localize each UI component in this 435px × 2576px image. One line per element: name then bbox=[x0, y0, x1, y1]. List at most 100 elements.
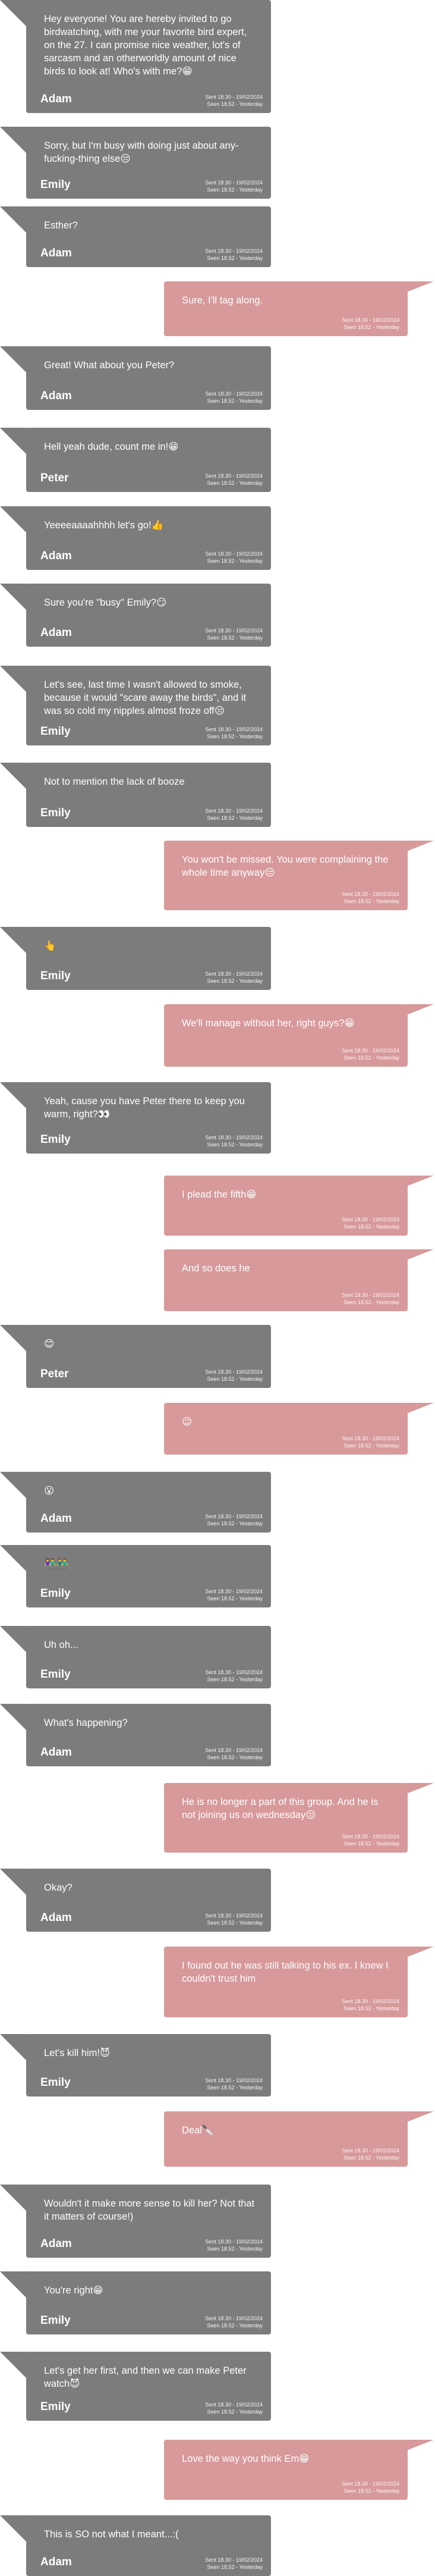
bubble-tail bbox=[0, 1082, 27, 1110]
message-bubble[interactable]: Esther? Adam Sent 18.30 - 19/02/2024 Seen 1… bbox=[26, 206, 271, 267]
message-bubble[interactable]: Sure you're "busy" Emily?😏 Adam Sent 18.30… bbox=[26, 584, 271, 647]
message-timestamps: Sent 18.30 - 19/02/2024 Seen 18.52 - Yest… bbox=[205, 2556, 263, 2571]
message-bubble[interactable]: Let's get her first, and then we can mak… bbox=[26, 2352, 271, 2421]
sent-timestamp: Sent 18.30 - 19/02/2024 bbox=[205, 1588, 263, 1594]
chat-thread[interactable]: Hey everyone! You are hereby invited to … bbox=[0, 0, 435, 2576]
message-text: He is no longer a part of this group. An… bbox=[182, 1797, 379, 1820]
message-bubble[interactable]: Yeah, cause you have Peter there to keep… bbox=[26, 1082, 271, 1154]
sent-timestamp: Sent 18.30 - 19/02/2024 bbox=[205, 2077, 263, 2083]
outgoing-message: I plead the fifth😁 Sent 18.30 - 19/02/202… bbox=[0, 1176, 435, 1236]
seen-timestamp: Seen 18.52 - Yesterday bbox=[207, 1142, 263, 1148]
sender-name: Adam bbox=[40, 1512, 72, 1525]
seen-timestamp: Seen 18.52 - Yesterday bbox=[343, 898, 399, 904]
bubble-tail bbox=[406, 281, 434, 292]
incoming-message: Hell yeah dude, count me in!😁 Peter Sent 1… bbox=[0, 428, 435, 492]
message-text: I found out he was still talking to his … bbox=[182, 1960, 389, 1984]
message-bubble[interactable]: Okay? Adam Sent 18.30 - 19/02/2024 Seen 18.… bbox=[26, 1869, 271, 1932]
sender-name: Adam bbox=[40, 2556, 72, 2568]
message-timestamps: Sent 18.30 - 19/02/2024 Seen 18.52 - Yest… bbox=[205, 2401, 263, 2415]
message-bubble[interactable]: Let's kill him!😈 Emily Sent 18.30 - 19/02/… bbox=[26, 2034, 271, 2096]
incoming-message: This is SO not what I meant...:(Adam Sent… bbox=[0, 2515, 435, 2576]
message-bubble[interactable]: Sure, I'll tag along. Sent 18.30 - 19/02/… bbox=[164, 281, 408, 336]
message-bubble[interactable]: You won't be missed. You were complainin… bbox=[164, 841, 408, 910]
sent-timestamp: Sent 18.30 - 19/02/2024 bbox=[205, 1513, 263, 1519]
bubble-tail bbox=[0, 206, 27, 234]
sent-timestamp: Sent 18.30 - 19/02/2024 bbox=[342, 1048, 399, 1054]
message-bubble[interactable]: And so does he Sent 18.30 - 19/02/2024 See… bbox=[164, 1249, 408, 1311]
message-bubble[interactable]: 😉 Sent 18.30 - 19/02/2024 Seen 18.52 - Yes… bbox=[164, 1403, 408, 1455]
incoming-message: 👆 Emily Sent 18.30 - 19/02/2024 Seen 18.52 … bbox=[0, 927, 435, 990]
sent-timestamp: Sent 18.30 - 19/02/2024 bbox=[342, 1217, 399, 1223]
message-timestamps: Sent 18.30 - 19/02/2024 Seen 18.52 - Yest… bbox=[205, 2077, 263, 2091]
sent-timestamp: Sent 18.30 - 19/02/2024 bbox=[205, 2315, 263, 2321]
sent-timestamp: Sent 18.30 - 19/02/2024 bbox=[205, 1369, 263, 1375]
message-text: You're right😁 bbox=[44, 2285, 103, 2296]
message-bubble[interactable]: Deal🔪 Sent 18.30 - 19/02/2024 Seen 18.52 -… bbox=[164, 2111, 408, 2167]
message-text: 👆 bbox=[44, 941, 56, 951]
message-text: We'll manage without her, right guys?😁 bbox=[182, 1018, 355, 1029]
bubble-tail bbox=[0, 127, 27, 154]
message-bubble[interactable]: Not to mention the lack of booze Emily Sen… bbox=[26, 763, 271, 827]
incoming-message: You're right😁 Emily Sent 18.30 - 19/02/202… bbox=[0, 2271, 435, 2334]
message-bubble[interactable]: This is SO not what I meant...:(Adam Sent… bbox=[26, 2515, 271, 2576]
message-bubble[interactable]: He is no longer a part of this group. An… bbox=[164, 1783, 408, 1853]
outgoing-message: He is no longer a part of this group. An… bbox=[0, 1783, 435, 1853]
seen-timestamp: Seen 18.52 - Yesterday bbox=[207, 2246, 263, 2252]
sent-timestamp: Sent 18.30 - 19/02/2024 bbox=[342, 1998, 399, 2004]
message-bubble[interactable]: We'll manage without her, right guys?😁 Se… bbox=[164, 1004, 408, 1067]
message-timestamps: Sent 18.30 - 19/02/2024 Seen 18.52 - Yest… bbox=[342, 2480, 399, 2494]
outgoing-message: You won't be missed. You were complainin… bbox=[0, 841, 435, 910]
bubble-tail bbox=[0, 1545, 27, 1572]
bubble-tail bbox=[0, 2185, 27, 2212]
incoming-message: Let's get her first, and then we can mak… bbox=[0, 2352, 435, 2421]
message-bubble[interactable]: Let's see, last time I wasn't allowed to… bbox=[26, 666, 271, 745]
message-bubble[interactable]: Yeeeeaaaahhhh let's go!👍 Adam Sent 18.30 -… bbox=[26, 506, 271, 570]
message-timestamps: Sent 18.30 - 19/02/2024 Seen 18.52 - Yest… bbox=[205, 1588, 263, 1602]
message-text: Okay? bbox=[44, 1882, 72, 1893]
message-bubble[interactable]: 😮 Adam Sent 18.30 - 19/02/2024 Seen 18.52 -… bbox=[26, 1472, 271, 1533]
seen-timestamp: Seen 18.52 - Yesterday bbox=[207, 480, 263, 486]
message-bubble[interactable]: I plead the fifth😁 Sent 18.30 - 19/02/202… bbox=[164, 1176, 408, 1236]
sender-name: Emily bbox=[40, 2076, 71, 2089]
sent-timestamp: Sent 18.30 - 19/02/2024 bbox=[342, 1292, 399, 1298]
message-bubble[interactable]: What's happening? Adam Sent 18.30 - 19/02/… bbox=[26, 1704, 271, 1766]
sender-name: Emily bbox=[40, 2400, 71, 2413]
message-bubble[interactable]: You're right😁 Emily Sent 18.30 - 19/02/202… bbox=[26, 2271, 271, 2334]
message-timestamps: Sent 18.30 - 19/02/2024 Seen 18.52 - Yest… bbox=[205, 390, 263, 405]
sent-timestamp: Sent 18.30 - 19/02/2024 bbox=[205, 551, 263, 557]
incoming-message: Let's kill him!😈 Emily Sent 18.30 - 19/02/… bbox=[0, 2034, 435, 2096]
incoming-message: Sorry, but I'm busy with doing just abou… bbox=[0, 127, 435, 199]
message-bubble[interactable]: Uh oh... Emily Sent 18.30 - 19/02/2024 Seen… bbox=[26, 1626, 271, 1688]
message-timestamps: Sent 18.30 - 19/02/2024 Seen 18.52 - Yest… bbox=[342, 1833, 399, 1847]
message-bubble[interactable]: 😊 Peter Sent 18.30 - 19/02/2024 Seen 18.52 … bbox=[26, 1325, 271, 1388]
message-bubble[interactable]: Hell yeah dude, count me in!😁 Peter Sent 1… bbox=[26, 428, 271, 492]
sent-timestamp: Sent 18.30 - 19/02/2024 bbox=[205, 391, 263, 397]
message-bubble[interactable]: 👫👬 Emily Sent 18.30 - 19/02/2024 Seen 18.52… bbox=[26, 1545, 271, 1607]
sent-timestamp: Sent 18.30 - 19/02/2024 bbox=[342, 2481, 399, 2487]
seen-timestamp: Seen 18.52 - Yesterday bbox=[343, 1299, 399, 1305]
message-bubble[interactable]: Hey everyone! You are hereby invited to … bbox=[26, 0, 271, 113]
message-text: 👫👬 bbox=[44, 1559, 69, 1569]
message-timestamps: Sent 18.30 - 19/02/2024 Seen 18.52 - Yest… bbox=[342, 2147, 399, 2161]
message-bubble[interactable]: Love the way you think Em😁 Sent 18.30 - 1… bbox=[164, 2440, 408, 2500]
seen-timestamp: Seen 18.52 - Yesterday bbox=[207, 1596, 263, 1602]
message-timestamps: Sent 18.30 - 19/02/2024 Seen 18.52 - Yest… bbox=[205, 1669, 263, 1683]
bubble-tail bbox=[0, 1869, 27, 1896]
message-bubble[interactable]: I found out he was still talking to his … bbox=[164, 1947, 408, 2017]
outgoing-message: 😉 Sent 18.30 - 19/02/2024 Seen 18.52 - Yes… bbox=[0, 1403, 435, 1455]
message-timestamps: Sent 18.30 - 19/02/2024 Seen 18.52 - Yest… bbox=[342, 1998, 399, 2012]
message-bubble[interactable]: Great! What about you Peter? Adam Sent 18.… bbox=[26, 346, 271, 410]
seen-timestamp: Seen 18.52 - Yesterday bbox=[207, 1754, 263, 1760]
bubble-tail bbox=[406, 2440, 434, 2450]
message-timestamps: Sent 18.30 - 19/02/2024 Seen 18.52 - Yest… bbox=[205, 247, 263, 262]
sender-name: Emily bbox=[40, 2314, 71, 2327]
sender-name: Emily bbox=[40, 1587, 71, 1600]
message-timestamps: Sent 18.30 - 19/02/2024 Seen 18.52 - Yest… bbox=[342, 1292, 399, 1306]
sent-timestamp: Sent 18.30 - 19/02/2024 bbox=[205, 808, 263, 814]
message-bubble[interactable]: Sorry, but I'm busy with doing just abou… bbox=[26, 127, 271, 199]
incoming-message: Wouldn't it make more sense to kill her?… bbox=[0, 2185, 435, 2258]
seen-timestamp: Seen 18.52 - Yesterday bbox=[343, 2488, 399, 2494]
message-bubble[interactable]: 👆 Emily Sent 18.30 - 19/02/2024 Seen 18.52 … bbox=[26, 927, 271, 990]
message-timestamps: Sent 18.30 - 19/02/2024 Seen 18.52 - Yest… bbox=[205, 550, 263, 565]
message-bubble[interactable]: Wouldn't it make more sense to kill her?… bbox=[26, 2185, 271, 2258]
